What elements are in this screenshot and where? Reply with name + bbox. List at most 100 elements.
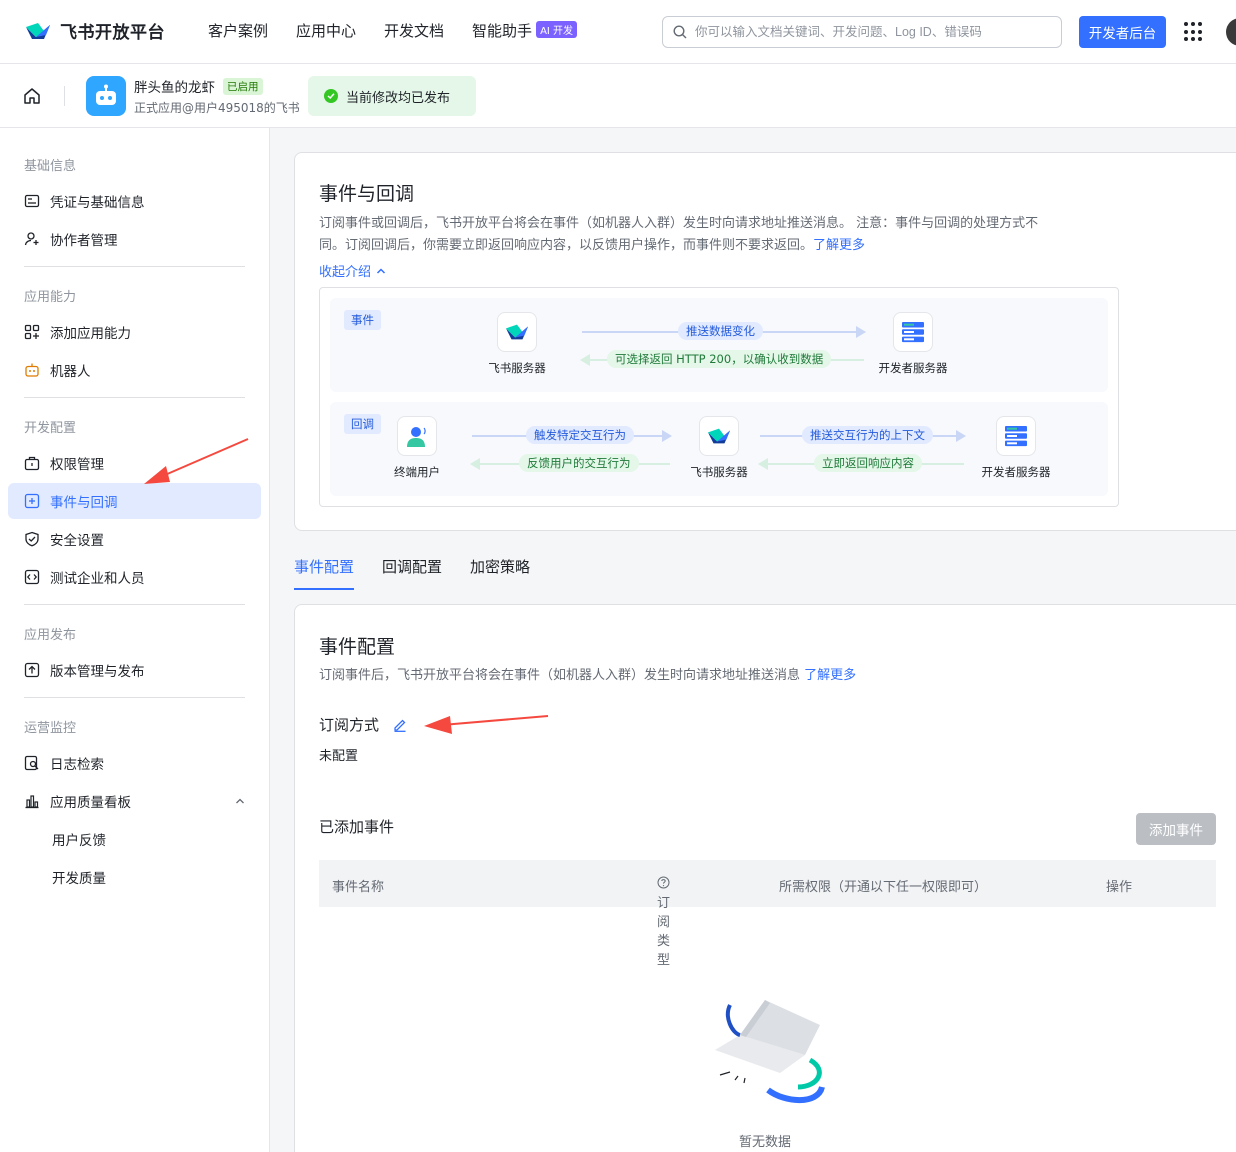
add-event-button[interactable]: 添加事件 bbox=[1136, 813, 1216, 845]
collapse-intro-label: 收起介绍 bbox=[319, 265, 372, 280]
dev-server-label: 开发者服务器 bbox=[981, 465, 1051, 479]
log-search-icon bbox=[24, 755, 39, 771]
divider bbox=[64, 86, 65, 106]
upload-box-icon bbox=[24, 662, 40, 678]
top-nav: 飞书开放平台 客户案例 应用中心 开发文档 智能助手AI 开发 开发者后台 bbox=[0, 0, 1236, 64]
tab-event-config[interactable]: 事件配置 bbox=[294, 556, 355, 590]
divider bbox=[24, 266, 245, 267]
event-lane: 事件 飞书服务器 推送数据变化 可选择返回 HTTP 200，以确认收到数据 开… bbox=[330, 298, 1108, 392]
sidebar-item-events[interactable]: 事件与回调 bbox=[8, 483, 261, 519]
event-tag: 事件 bbox=[344, 310, 381, 330]
user-icon bbox=[407, 427, 426, 447]
learn-more-link[interactable]: 了解更多 bbox=[813, 238, 865, 253]
nav-dev-docs[interactable]: 开发文档 bbox=[384, 20, 444, 41]
sidebar-item-label: 凭证与基础信息 bbox=[50, 195, 145, 211]
check-circle-icon bbox=[324, 89, 338, 103]
sidebar-item-bot[interactable]: 机器人 bbox=[8, 352, 261, 388]
config-tabs: 事件配置 回调配置 加密策略 bbox=[294, 556, 530, 590]
sidebar-item-feedback[interactable]: 用户反馈 bbox=[8, 821, 261, 857]
added-events-title: 已添加事件 bbox=[319, 818, 395, 836]
feishu-logo-icon bbox=[506, 324, 528, 340]
sidebar-item-test-org[interactable]: 测试企业和人员 bbox=[8, 559, 261, 595]
search-box[interactable] bbox=[662, 16, 1062, 48]
publish-status-text: 当前修改均已发布 bbox=[346, 90, 451, 106]
sidebar-group-dev-config: 开发配置 bbox=[24, 421, 77, 436]
divider bbox=[24, 697, 245, 698]
sidebar-item-label: 版本管理与发布 bbox=[50, 664, 145, 680]
sidebar-group-release: 应用发布 bbox=[24, 628, 77, 643]
home-icon[interactable] bbox=[22, 86, 42, 106]
apps-grid-icon[interactable] bbox=[1184, 22, 1204, 42]
sidebar-item-label: 用户反馈 bbox=[52, 833, 106, 849]
sidebar-group-capability: 应用能力 bbox=[24, 290, 77, 305]
user-avatar[interactable] bbox=[1226, 18, 1236, 46]
bar-chart-icon bbox=[25, 795, 39, 809]
user-add-icon bbox=[24, 232, 39, 246]
sidebar-item-log-search[interactable]: 日志检索 bbox=[8, 745, 261, 781]
sidebar-item-security[interactable]: 安全设置 bbox=[8, 521, 261, 557]
flow-diagram: 事件 飞书服务器 推送数据变化 可选择返回 HTTP 200，以确认收到数据 开… bbox=[319, 287, 1119, 507]
brand-logo[interactable]: 飞书开放平台 bbox=[24, 18, 165, 43]
sidebar-item-label: 协作者管理 bbox=[50, 233, 118, 249]
empty-box-illustration bbox=[715, 1000, 825, 1104]
sidebar-item-label: 机器人 bbox=[50, 364, 91, 380]
sidebar-item-credentials[interactable]: 凭证与基础信息 bbox=[8, 183, 261, 219]
learn-more-link[interactable]: 了解更多 bbox=[804, 668, 856, 683]
sidebar-item-label: 事件与回调 bbox=[50, 495, 118, 511]
shield-icon bbox=[25, 531, 39, 547]
nav-app-center[interactable]: 应用中心 bbox=[296, 20, 356, 41]
sidebar-item-label: 权限管理 bbox=[50, 457, 104, 473]
sidebar-group-basic: 基础信息 bbox=[24, 159, 77, 174]
nav-customer-cases[interactable]: 客户案例 bbox=[208, 20, 268, 41]
collapse-intro-button[interactable]: 收起介绍 bbox=[319, 261, 386, 280]
col-subscribe-type: 订阅类型 bbox=[657, 876, 670, 968]
sidebar-item-add-capability[interactable]: 添加应用能力 bbox=[8, 314, 261, 350]
app-subtitle: 正式应用@用户495018的飞书 bbox=[134, 101, 300, 115]
feishu-logo-icon bbox=[708, 428, 730, 444]
chevron-up-icon bbox=[236, 798, 244, 804]
tab-encryption[interactable]: 加密策略 bbox=[470, 556, 530, 590]
sidebar-item-label: 安全设置 bbox=[50, 533, 104, 549]
feishu-server-node: 飞书服务器 bbox=[664, 416, 774, 480]
dev-console-button[interactable]: 开发者后台 bbox=[1079, 16, 1166, 48]
end-user-node: 终端用户 bbox=[362, 416, 472, 480]
empty-state-text: 暂无数据 bbox=[739, 1135, 792, 1150]
sidebar-item-label: 测试企业和人员 bbox=[50, 571, 145, 587]
app-name-row: 胖头鱼的龙虾 已启用 bbox=[134, 76, 263, 96]
search-input[interactable] bbox=[695, 25, 1051, 39]
divider bbox=[24, 397, 245, 398]
feishu-server-node: 飞书服务器 bbox=[462, 312, 572, 376]
chevron-up-icon bbox=[376, 267, 386, 274]
edit-icon[interactable] bbox=[393, 718, 407, 732]
event-config-title: 事件配置 bbox=[319, 636, 396, 658]
sidebar-item-quality-board[interactable]: 应用质量看板 bbox=[8, 783, 261, 819]
divider bbox=[24, 604, 245, 605]
status-badge: 已启用 bbox=[223, 77, 263, 95]
col-event-name: 事件名称 bbox=[332, 880, 385, 895]
dev-server-node: 开发者服务器 bbox=[858, 312, 968, 376]
sidebar-item-collaborators[interactable]: 协作者管理 bbox=[8, 221, 261, 257]
feishu-server-label: 飞书服务器 bbox=[488, 361, 546, 375]
subscribe-method-row: 订阅方式 bbox=[319, 714, 407, 735]
nav-links: 客户案例 应用中心 开发文档 智能助手 AI 开发 bbox=[208, 20, 578, 41]
respond-label: 立即返回响应内容 bbox=[814, 454, 922, 472]
app-bar: 胖头鱼的龙虾 已启用 正式应用@用户495018的飞书 当前修改均已发布 bbox=[0, 64, 1236, 128]
robot-icon bbox=[25, 363, 39, 377]
event-config-description: 订阅事件后，飞书开放平台将会在事件（如机器人入群）发生时向请求地址推送消息 了解… bbox=[319, 665, 856, 687]
subscribe-method-label: 订阅方式 bbox=[319, 716, 380, 734]
sidebar-item-versions[interactable]: 版本管理与发布 bbox=[8, 652, 261, 688]
intro-desc-line-1: 订阅事件或回调后，飞书开放平台将会在事件（如机器人入群）发生时向请求地址推送消息… bbox=[319, 216, 1039, 231]
sidebar-item-permissions[interactable]: 权限管理 bbox=[8, 445, 261, 481]
sidebar-item-dev-quality[interactable]: 开发质量 bbox=[8, 859, 261, 895]
nav-smart-assistant[interactable]: 智能助手 AI 开发 bbox=[472, 20, 578, 41]
briefcase-icon bbox=[24, 456, 40, 471]
nav-smart-assistant-label: 智能助手 bbox=[472, 22, 533, 40]
app-name: 胖头鱼的龙虾 bbox=[134, 80, 215, 96]
sidebar: 基础信息 凭证与基础信息 协作者管理 应用能力 添加应用能力 机器人 开发配置 … bbox=[0, 128, 270, 1152]
events-table-header: 事件名称 订阅类型 所需权限（开通以下任一权限即可） 操作 bbox=[319, 860, 1216, 968]
end-user-label: 终端用户 bbox=[394, 465, 440, 479]
help-icon[interactable] bbox=[657, 876, 670, 889]
tab-callback-config[interactable]: 回调配置 bbox=[382, 556, 442, 590]
feishu-logo-icon bbox=[26, 22, 50, 39]
server-icon bbox=[902, 322, 924, 343]
